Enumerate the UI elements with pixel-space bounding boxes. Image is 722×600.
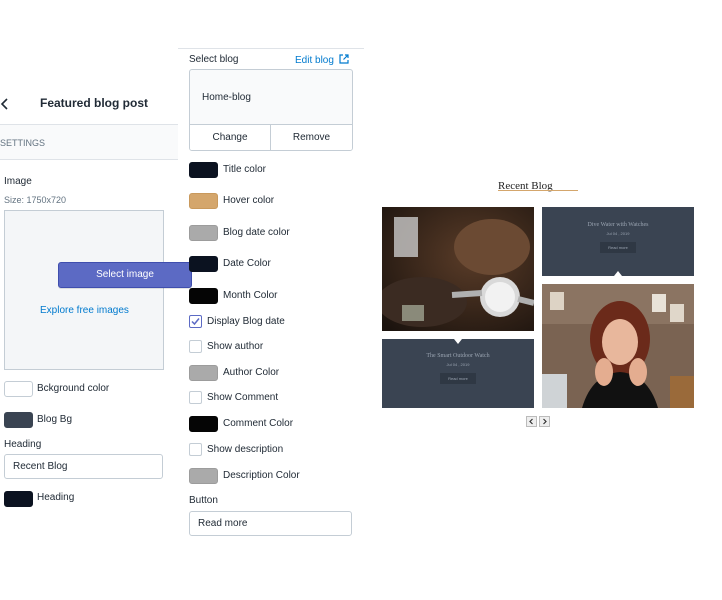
external-link-icon — [339, 54, 349, 64]
blog-image-watch[interactable] — [382, 207, 534, 331]
title-color-swatch[interactable] — [189, 162, 218, 178]
blog-card-1[interactable]: Dive Water with Watches Jul 04 , 2019 Re… — [542, 207, 694, 276]
select-blog-label: Select blog — [189, 54, 239, 65]
carousel-prev-button[interactable] — [526, 416, 537, 427]
month-color-swatch[interactable] — [189, 288, 218, 304]
comment-color-label: Comment Color — [223, 418, 294, 429]
show-description-label: Show description — [207, 444, 284, 455]
card-pointer — [614, 271, 622, 276]
description-color-label: Description Color — [223, 470, 300, 481]
blog-actions: Change Remove — [190, 124, 352, 150]
image-size-hint: Size: 1750x720 — [4, 195, 67, 205]
background-color-swatch[interactable] — [4, 381, 33, 397]
carousel-next-button[interactable] — [539, 416, 550, 427]
blog-card-2-date: Jul 04 , 2019 — [446, 362, 470, 367]
image-label: Image — [4, 176, 32, 187]
display-blog-date-label: Display Blog date — [207, 316, 285, 327]
blog-name: Home-blog — [202, 92, 251, 103]
blog-card-1-title: Dive Water with Watches — [587, 222, 649, 228]
settings-sidebar: Featured blog post SETTINGS Image Size: … — [0, 0, 192, 600]
chevron-right-icon — [543, 418, 547, 425]
card-pointer — [454, 339, 462, 344]
blog-card-2-read-more[interactable]: Read more — [440, 373, 476, 384]
blog-settings-panel: Select blog Edit blog Home-blog Change R… — [178, 0, 364, 600]
image-picker: Select image Explore free images — [4, 210, 192, 370]
heading-color-swatch[interactable] — [4, 491, 33, 507]
blog-card-2-title: The Smart Outdoor Watch — [426, 353, 490, 359]
comment-color-swatch[interactable] — [189, 416, 218, 432]
title-color-label: Title color — [223, 164, 266, 175]
heading-color-label: Heading — [37, 492, 75, 503]
select-image-button[interactable]: Select image — [58, 262, 192, 288]
author-color-label: Author Color — [223, 367, 280, 378]
hover-color-label: Hover color — [223, 195, 275, 206]
blog-date-color-swatch[interactable] — [189, 225, 218, 241]
edit-blog-link-label: Edit blog — [295, 55, 334, 66]
blog-date-color-label: Blog date color — [223, 227, 290, 238]
show-comment-checkbox[interactable] — [189, 391, 202, 404]
blog-image-portrait[interactable] — [542, 284, 694, 408]
background-color-label: Bckground color — [37, 383, 110, 394]
description-color-swatch[interactable] — [189, 468, 218, 484]
blog-card-1-read-more[interactable]: Read more — [600, 242, 636, 253]
explore-free-images-link[interactable]: Explore free images — [40, 305, 129, 316]
blog-bg-label: Blog Bg — [37, 414, 73, 425]
heading-underline — [498, 190, 578, 191]
page-title: Featured blog post — [40, 96, 148, 110]
blog-card-2[interactable]: The Smart Outdoor Watch Jul 04 , 2019 Re… — [382, 339, 534, 408]
back-button[interactable] — [0, 97, 10, 114]
blog-card-1-date: Jul 04 , 2019 — [606, 231, 630, 236]
show-comment-label: Show Comment — [207, 392, 279, 403]
portrait-photo — [542, 284, 694, 408]
heading-input[interactable] — [4, 454, 163, 479]
divider — [178, 48, 364, 49]
section-header: Featured blog post — [0, 84, 178, 125]
settings-section-label: SETTINGS — [0, 125, 178, 160]
remove-blog-button[interactable]: Remove — [271, 125, 352, 150]
selected-blog-card: Home-blog Change Remove — [189, 69, 353, 151]
show-author-checkbox[interactable] — [189, 340, 202, 353]
show-description-checkbox[interactable] — [189, 443, 202, 456]
date-color-label: Date Color — [223, 258, 271, 269]
blog-bg-swatch[interactable] — [4, 412, 33, 428]
show-author-label: Show author — [207, 341, 264, 352]
display-blog-date-checkbox[interactable] — [189, 315, 202, 328]
watch-photo — [382, 207, 534, 331]
button-label: Button — [189, 495, 218, 506]
author-color-swatch[interactable] — [189, 365, 218, 381]
blog-preview: Recent Blog Dive Water with Watches Jul … — [364, 0, 722, 600]
month-color-label: Month Color — [223, 290, 278, 301]
button-text-input[interactable] — [189, 511, 352, 536]
chevron-left-icon — [529, 418, 533, 425]
chevron-left-icon — [0, 98, 8, 110]
checkmark-icon — [191, 318, 200, 326]
date-color-swatch[interactable] — [189, 256, 218, 272]
hover-color-swatch[interactable] — [189, 193, 218, 209]
change-blog-button[interactable]: Change — [190, 125, 271, 150]
edit-blog-link[interactable]: Edit blog — [295, 54, 349, 66]
heading-label: Heading — [4, 439, 42, 450]
